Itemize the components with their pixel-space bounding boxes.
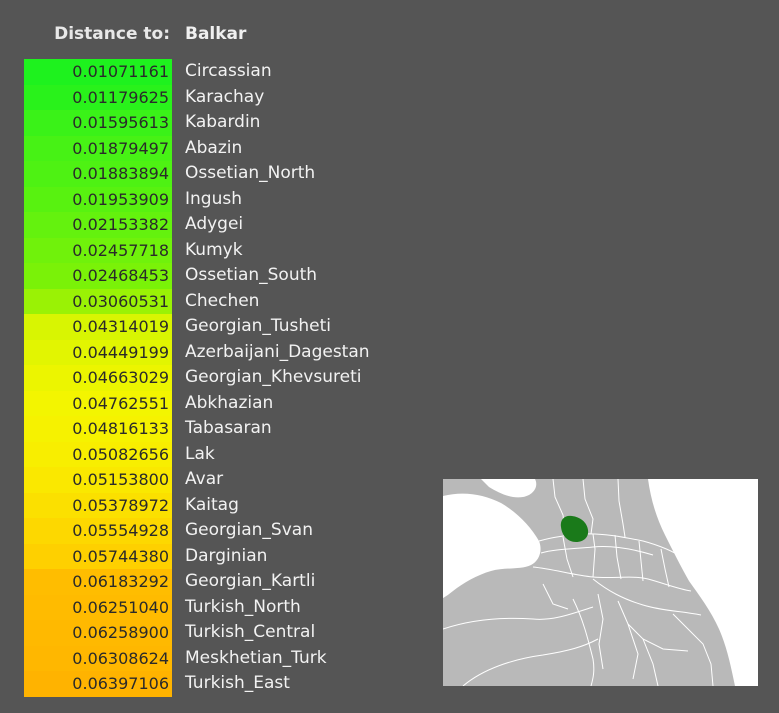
distance-value: 0.06258900 xyxy=(24,620,172,646)
population-name: Adygei xyxy=(185,214,244,234)
population-name: Georgian_Khevsureti xyxy=(185,367,362,387)
distance-value: 0.06308624 xyxy=(24,645,172,671)
distance-row: 0.02468453 Ossetian_South xyxy=(0,263,420,289)
distance-row: 0.01071161 Circassian xyxy=(0,59,420,85)
population-name: Georgian_Tusheti xyxy=(185,316,331,336)
distance-row: 0.06251040 Turkish_North xyxy=(0,594,420,620)
distance-value: 0.06251040 xyxy=(24,594,172,620)
distance-row: 0.04663029 Georgian_Khevsureti xyxy=(0,365,420,391)
population-name: Turkish_East xyxy=(185,673,290,693)
distance-row: 0.04816133 Tabasaran xyxy=(0,416,420,442)
distance-row: 0.01879497 Abazin xyxy=(0,135,420,161)
map-svg xyxy=(443,479,758,686)
population-name: Karachay xyxy=(185,86,265,107)
distance-row: 0.01595613 Kabardin xyxy=(0,110,420,136)
distance-value: 0.05153800 xyxy=(24,467,172,493)
distance-value: 0.03060531 xyxy=(24,288,172,314)
distance-row: 0.06183292 Georgian_Kartli xyxy=(0,569,420,595)
distance-row: 0.01179625 Karachay xyxy=(0,84,420,110)
distance-row: 0.04314019 Georgian_Tusheti xyxy=(0,314,420,340)
population-name: Lak xyxy=(185,443,215,464)
distance-value: 0.05082656 xyxy=(24,441,172,467)
distance-value: 0.05378972 xyxy=(24,492,172,518)
region-map xyxy=(443,479,758,686)
distance-row: 0.02457718 Kumyk xyxy=(0,237,420,263)
target-population: Balkar xyxy=(185,24,247,44)
distance-value: 0.01595613 xyxy=(24,110,172,136)
distance-row: 0.04762551 Abkhazian xyxy=(0,390,420,416)
population-name: Circassian xyxy=(185,61,272,81)
population-name: Turkish_Central xyxy=(185,622,316,642)
distance-value: 0.06397106 xyxy=(24,671,172,697)
distance-value: 0.01879497 xyxy=(24,135,172,161)
population-name: Avar xyxy=(185,469,224,489)
distance-row: 0.05153800 Avar xyxy=(0,467,420,493)
distance-row: 0.03060531 Chechen xyxy=(0,288,420,314)
distance-value: 0.02457718 xyxy=(24,237,172,263)
distance-value: 0.02153382 xyxy=(24,212,172,238)
population-name: Kaitag xyxy=(185,494,239,515)
distance-row: 0.06308624 Meskhetian_Turk xyxy=(0,645,420,671)
distance-row: 0.06258900 Turkish_Central xyxy=(0,620,420,646)
population-name: Georgian_Svan xyxy=(185,520,313,540)
population-name: Abkhazian xyxy=(185,392,274,413)
population-name: Ingush xyxy=(185,188,242,209)
population-name: Tabasaran xyxy=(185,418,272,438)
distance-row: 0.02153382 Adygei xyxy=(0,212,420,238)
distance-value: 0.01071161 xyxy=(24,59,172,85)
distance-value: 0.04762551 xyxy=(24,390,172,416)
distance-list: 0.01071161 Circassian 0.01179625 Karachay 0.… xyxy=(0,59,420,697)
distance-value: 0.04314019 xyxy=(24,314,172,340)
distance-value: 0.04816133 xyxy=(24,416,172,442)
distance-row: 0.05082656 Lak xyxy=(0,441,420,467)
population-name: Chechen xyxy=(185,290,260,311)
distance-label: Distance to: xyxy=(54,24,170,44)
distance-row: 0.05744380 Darginian xyxy=(0,543,420,569)
population-name: Abazin xyxy=(185,137,243,158)
distance-value: 0.01179625 xyxy=(24,84,172,110)
distance-row: 0.04449199 Azerbaijani_Dagestan xyxy=(0,339,420,365)
distance-row: 0.06397106 Turkish_East xyxy=(0,671,420,697)
distance-value: 0.06183292 xyxy=(24,569,172,595)
distance-row: 0.05378972 Kaitag xyxy=(0,492,420,518)
population-name: Azerbaijani_Dagestan xyxy=(185,341,370,362)
population-name: Kumyk xyxy=(185,239,243,260)
distance-row: 0.01953909 Ingush xyxy=(0,186,420,212)
distance-value: 0.05744380 xyxy=(24,543,172,569)
distance-value: 0.01883894 xyxy=(24,161,172,187)
population-name: Meskhetian_Turk xyxy=(185,647,327,668)
distance-row: 0.05554928 Georgian_Svan xyxy=(0,518,420,544)
distance-value: 0.02468453 xyxy=(24,263,172,289)
population-name: Darginian xyxy=(185,545,268,566)
population-name: Ossetian_South xyxy=(185,265,318,285)
population-name: Ossetian_North xyxy=(185,163,316,183)
distance-value: 0.04449199 xyxy=(24,339,172,365)
distance-value: 0.04663029 xyxy=(24,365,172,391)
distance-value: 0.05554928 xyxy=(24,518,172,544)
population-name: Turkish_North xyxy=(185,596,301,617)
population-name: Kabardin xyxy=(185,112,261,132)
distance-row: 0.01883894 Ossetian_North xyxy=(0,161,420,187)
population-name: Georgian_Kartli xyxy=(185,571,316,591)
distance-value: 0.01953909 xyxy=(24,186,172,212)
